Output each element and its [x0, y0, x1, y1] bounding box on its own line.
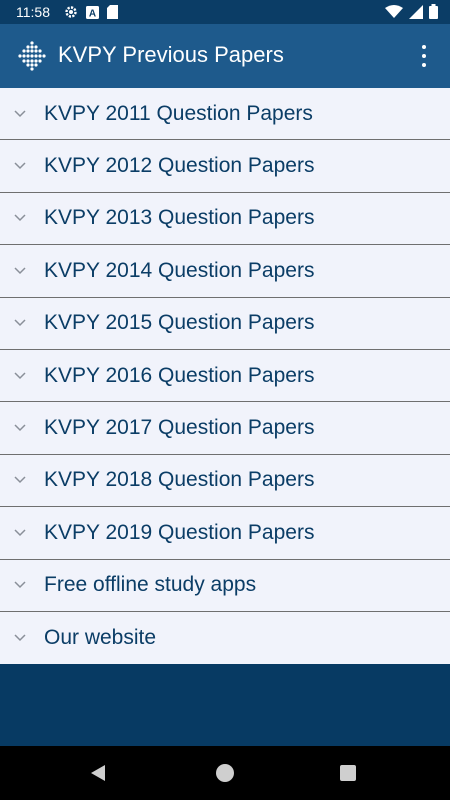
list-item-label: KVPY 2014 Question Papers	[44, 258, 315, 282]
list-item-kvpy-2019[interactable]: KVPY 2019 Question Papers	[0, 507, 450, 560]
list-item-label: KVPY 2012 Question Papers	[44, 154, 315, 178]
chevron-down-icon	[14, 267, 26, 274]
status-time: 11:58	[16, 4, 50, 20]
chevron-down-icon	[14, 372, 26, 379]
home-icon[interactable]	[216, 764, 234, 782]
list-item-label: KVPY 2013 Question Papers	[44, 206, 315, 230]
diamond-logo-icon	[18, 41, 46, 71]
chevron-down-icon	[14, 634, 26, 642]
system-nav-bar	[0, 746, 450, 800]
a-badge-icon: A	[86, 5, 99, 19]
status-bar: 11:58 A	[0, 0, 450, 24]
chevron-down-icon	[14, 581, 26, 589]
list-item-label: KVPY 2019 Question Papers	[44, 520, 315, 544]
battery-icon	[429, 4, 438, 19]
chevron-down-icon	[14, 214, 26, 222]
chevron-down-icon	[14, 424, 26, 432]
background-area	[0, 666, 450, 746]
app-bar: KVPY Previous Papers	[0, 24, 450, 88]
overflow-menu-icon[interactable]	[412, 43, 436, 69]
chevron-down-icon	[14, 476, 26, 484]
gear-icon	[65, 6, 77, 18]
list-item-our-website[interactable]: Our website	[0, 612, 450, 664]
list-item-label: KVPY 2018 Question Papers	[44, 468, 315, 492]
list-item-label: KVPY 2015 Question Papers	[44, 311, 315, 335]
list-item-label: Free offline study apps	[44, 573, 257, 597]
signal-icon	[409, 4, 423, 19]
list-item-kvpy-2015[interactable]: KVPY 2015 Question Papers	[0, 298, 450, 350]
chevron-down-icon	[14, 529, 26, 536]
list-item-kvpy-2014[interactable]: KVPY 2014 Question Papers	[0, 245, 450, 298]
sd-card-icon	[107, 5, 118, 19]
svg-text:A: A	[89, 8, 96, 19]
chevron-down-icon	[14, 319, 26, 327]
list-item-kvpy-2018[interactable]: KVPY 2018 Question Papers	[0, 455, 450, 508]
list-item-kvpy-2013[interactable]: KVPY 2013 Question Papers	[0, 193, 450, 246]
list-item-label: KVPY 2011 Question Papers	[44, 101, 313, 125]
recents-icon[interactable]	[340, 765, 356, 781]
list-item-label: KVPY 2016 Question Papers	[44, 363, 315, 387]
list-item-label: KVPY 2017 Question Papers	[44, 416, 315, 440]
app-title: KVPY Previous Papers	[58, 42, 284, 67]
back-icon[interactable]	[90, 764, 106, 782]
chevron-down-icon	[14, 110, 26, 117]
list-item-kvpy-2016[interactable]: KVPY 2016 Question Papers	[0, 350, 450, 403]
papers-list: KVPY 2011 Question Papers KVPY 2012 Ques…	[0, 88, 450, 665]
list-item-label: Our website	[44, 626, 157, 650]
list-item-kvpy-2012[interactable]: KVPY 2012 Question Papers	[0, 140, 450, 193]
list-item-free-study-apps[interactable]: Free offline study apps	[0, 560, 450, 612]
chevron-down-icon	[14, 162, 26, 170]
wifi-icon	[385, 4, 403, 18]
list-item-kvpy-2017[interactable]: KVPY 2017 Question Papers	[0, 402, 450, 455]
status-left-icons: A	[64, 5, 118, 19]
list-item-kvpy-2011[interactable]: KVPY 2011 Question Papers	[0, 88, 450, 141]
status-right-icons	[385, 4, 438, 19]
